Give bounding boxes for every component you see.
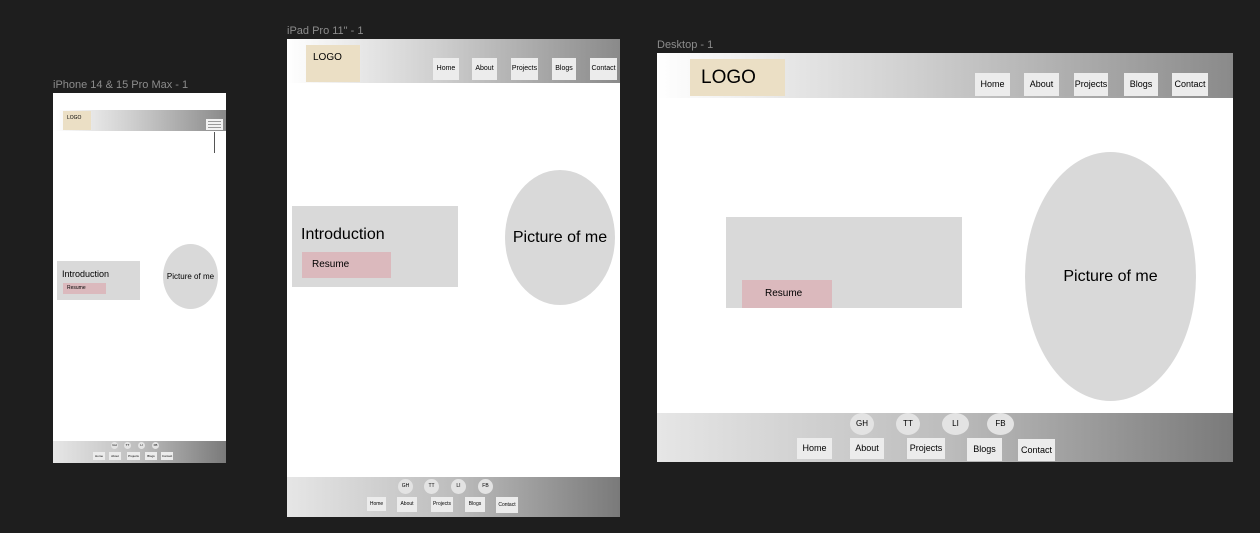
desktop-header: LOGO Home About Projects Blogs Contact [657, 53, 1233, 98]
desktop-nav-projects[interactable]: Projects [1074, 73, 1108, 96]
iphone-footer-nav-projects[interactable]: Projects [127, 452, 140, 460]
ipad-footer-nav-about[interactable]: About [397, 497, 417, 512]
ipad-frame: LOGO Home About Projects Blogs Contact I… [287, 39, 620, 517]
desktop-footer-nav-about[interactable]: About [850, 438, 884, 459]
desktop-social-li[interactable]: LI [942, 413, 969, 435]
desktop-footer-nav-projects[interactable]: Projects [907, 438, 945, 459]
desktop-footer-nav-home[interactable]: Home [797, 438, 832, 459]
iphone-footer-nav-about[interactable]: About [109, 452, 121, 460]
desktop-picture-placeholder: Picture of me [1025, 152, 1196, 401]
desktop-footer: GH TT LI FB Home About Projects Blogs Co… [657, 413, 1233, 462]
iphone-frame: LOGO Introduction Resume Picture of me G… [53, 93, 226, 463]
frame-label-iphone: iPhone 14 & 15 Pro Max - 1 [53, 79, 189, 91]
iphone-hamburger-menu[interactable] [206, 119, 223, 130]
iphone-intro-title: Introduction [62, 269, 110, 279]
desktop-intro-box: Resume [726, 217, 962, 308]
desktop-picture-label: Picture of me [1063, 267, 1158, 285]
ipad-intro-title: Introduction [301, 226, 385, 243]
ipad-picture-placeholder: Picture of me [505, 170, 615, 305]
iphone-footer: GH TT LI FB Home About Projects Blogs Co… [53, 441, 226, 463]
ipad-picture-label: Picture of me [512, 228, 608, 246]
ipad-intro-box: Introduction Resume [292, 206, 458, 287]
desktop-footer-nav-contact[interactable]: Contact [1018, 439, 1055, 461]
ipad-social-li[interactable]: LI [451, 479, 466, 494]
desktop-social-fb[interactable]: FB [987, 413, 1014, 435]
iphone-picture-label: Picture of me [166, 272, 215, 281]
iphone-resume-button[interactable]: Resume [63, 283, 106, 294]
desktop-social-gh[interactable]: GH [850, 413, 874, 435]
iphone-social-li[interactable]: LI [138, 442, 145, 449]
desktop-nav-contact[interactable]: Contact [1172, 73, 1208, 96]
desktop-logo[interactable]: LOGO [690, 59, 785, 96]
ipad-social-fb[interactable]: FB [478, 479, 493, 494]
iphone-social-fb[interactable]: FB [152, 442, 159, 449]
ipad-logo[interactable]: LOGO [306, 45, 360, 82]
iphone-picture-placeholder: Picture of me [163, 244, 218, 309]
ipad-nav-contact[interactable]: Contact [590, 58, 617, 80]
iphone-social-gh[interactable]: GH [111, 442, 118, 449]
iphone-logo[interactable]: LOGO [63, 111, 91, 130]
desktop-resume-button[interactable]: Resume [742, 280, 832, 308]
ipad-footer-nav-blogs[interactable]: Blogs [465, 497, 485, 512]
ipad-nav-blogs[interactable]: Blogs [552, 58, 576, 80]
frame-label-ipad: iPad Pro 11" - 1 [287, 25, 364, 37]
desktop-frame: LOGO Home About Projects Blogs Contact R… [657, 53, 1233, 462]
ipad-footer-nav-home[interactable]: Home [367, 497, 386, 511]
ipad-resume-button[interactable]: Resume [302, 252, 391, 278]
ipad-footer-nav-projects[interactable]: Projects [431, 497, 453, 512]
iphone-footer-nav-contact[interactable]: Contact [161, 452, 173, 460]
iphone-menu-indicator [214, 132, 215, 153]
iphone-intro-box: Introduction Resume [57, 261, 140, 300]
desktop-nav-blogs[interactable]: Blogs [1124, 73, 1158, 96]
ipad-nav-about[interactable]: About [472, 58, 497, 80]
ipad-social-tt[interactable]: TT [424, 479, 439, 494]
iphone-header: LOGO [53, 110, 226, 131]
ipad-footer-nav-contact[interactable]: Contact [496, 497, 518, 513]
ipad-nav-home[interactable]: Home [433, 58, 459, 80]
desktop-nav-about[interactable]: About [1024, 73, 1059, 96]
desktop-nav-home[interactable]: Home [975, 73, 1010, 96]
ipad-social-gh[interactable]: GH [398, 479, 413, 494]
iphone-footer-nav-blogs[interactable]: Blogs [145, 452, 157, 460]
ipad-header: LOGO Home About Projects Blogs Contact [287, 39, 620, 83]
ipad-footer: GH TT LI FB Home About Projects Blogs Co… [287, 477, 620, 517]
frame-label-desktop: Desktop - 1 [657, 39, 714, 51]
iphone-social-tt[interactable]: TT [124, 442, 131, 449]
desktop-footer-nav-blogs[interactable]: Blogs [967, 438, 1002, 461]
ipad-nav-projects[interactable]: Projects [511, 58, 538, 80]
desktop-social-tt[interactable]: TT [896, 413, 920, 435]
iphone-footer-nav-home[interactable]: Home [93, 452, 105, 460]
